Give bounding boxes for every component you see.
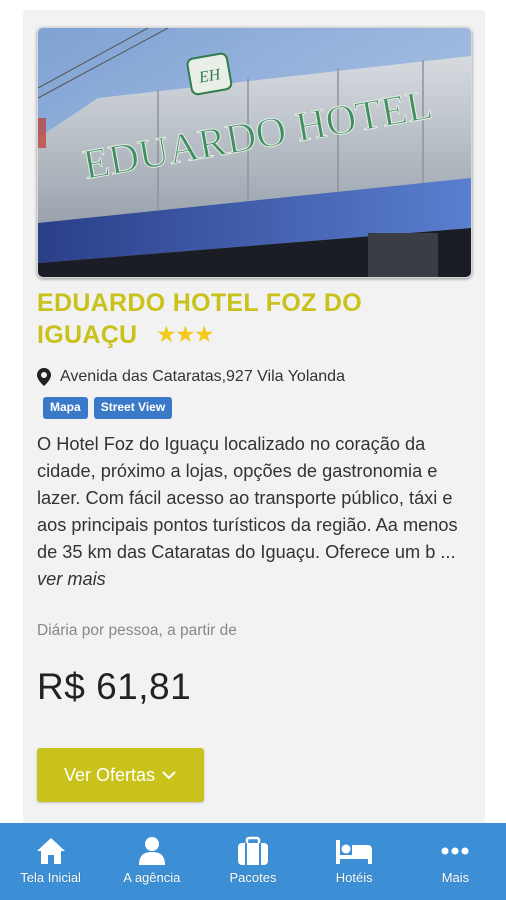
nav-more-label: Mais <box>441 870 470 885</box>
home-icon <box>36 838 65 864</box>
chevron-down-icon <box>162 771 176 780</box>
briefcase-icon <box>238 836 268 865</box>
nav-hotels-label: Hotéis <box>335 870 373 885</box>
description-text: O Hotel Foz do Iguaçu localizado no cora… <box>37 434 458 562</box>
nav-home-label: Tela Inicial <box>20 870 81 885</box>
hotel-description: O Hotel Foz do Iguaçu localizado no cora… <box>37 431 477 593</box>
user-icon <box>138 837 165 865</box>
nav-home[interactable]: Tela Inicial <box>0 823 101 900</box>
nav-packages[interactable]: Pacotes <box>202 823 303 900</box>
location-tags: Mapa Street View <box>43 397 173 419</box>
hotel-title[interactable]: EDUARDO HOTEL FOZ DO IGUAÇU ★★★ <box>37 287 457 351</box>
nav-hotels[interactable]: Hotéis <box>304 823 405 900</box>
see-more-link[interactable]: ver mais <box>37 569 106 589</box>
nav-more[interactable]: Mais <box>405 823 506 900</box>
map-pin-icon <box>37 368 51 386</box>
see-offers-label: Ver Ofertas <box>63 764 156 785</box>
street-view-tag-button[interactable]: Street View <box>93 397 173 419</box>
nav-agency[interactable]: A agência <box>101 823 202 900</box>
price-value: R$ 61,81 <box>37 666 192 707</box>
hotel-photo[interactable]: EH EDUARDO HOTEL <box>37 27 472 278</box>
bottom-nav: Tela Inicial A agência Pacotes Hotéis Ma… <box>0 823 506 900</box>
price-caption: Diária por pessoa, a partir de <box>37 622 237 639</box>
bed-icon <box>336 840 373 864</box>
address-text: Avenida das Cataratas,927 Vila Yolanda <box>60 368 345 385</box>
see-offers-button[interactable]: Ver Ofertas <box>37 748 204 802</box>
more-dots-icon <box>441 847 469 855</box>
nav-agency-label: A agência <box>123 870 181 885</box>
map-tag-button[interactable]: Mapa <box>43 397 88 419</box>
nav-packages-label: Pacotes <box>229 870 277 885</box>
star-rating: ★★★ <box>157 324 215 346</box>
hotel-address: Avenida das Cataratas,927 Vila Yolanda <box>37 368 345 386</box>
